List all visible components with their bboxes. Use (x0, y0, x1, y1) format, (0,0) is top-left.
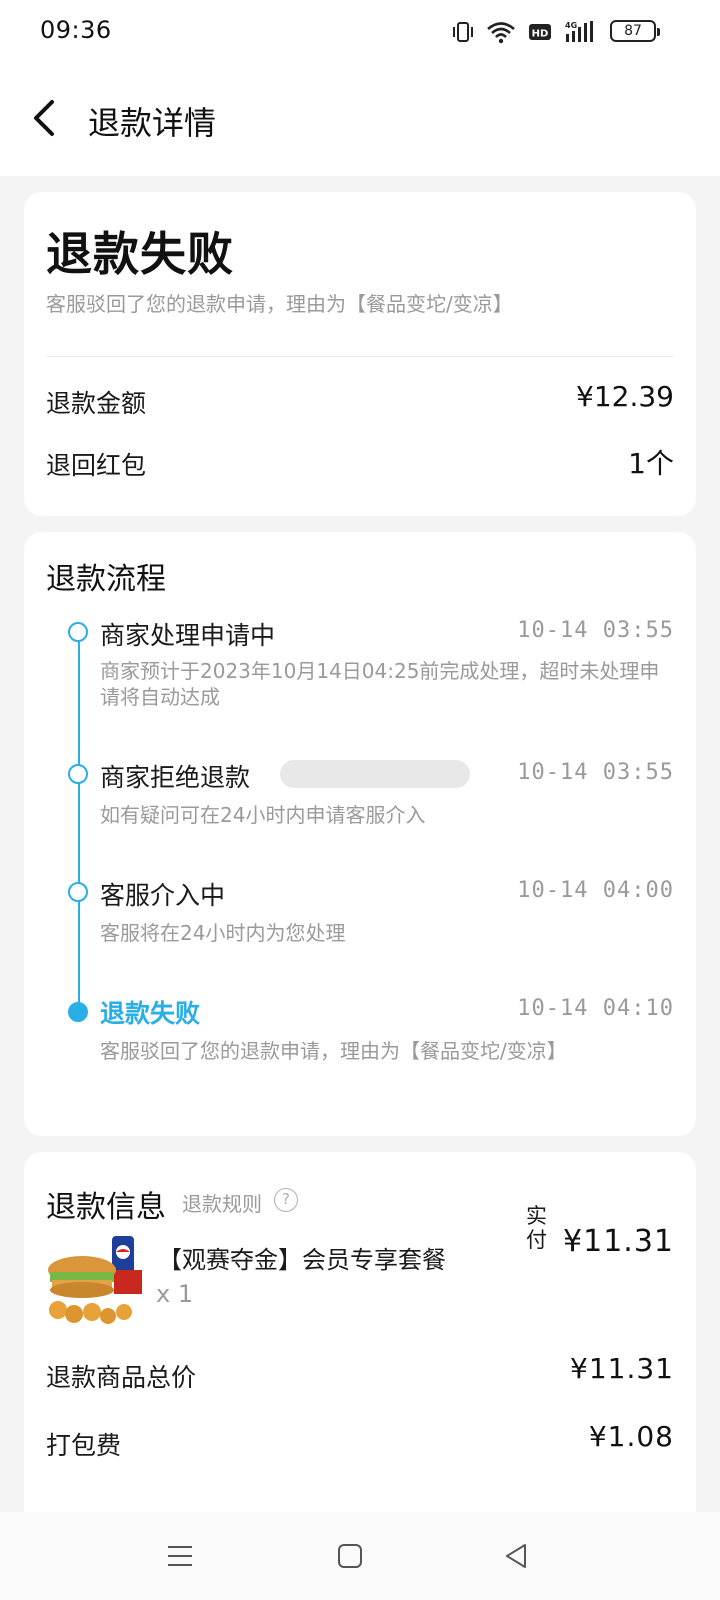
packing-fee-value: ¥1.08 (588, 1420, 674, 1453)
refund-total-value: ¥11.31 (570, 1352, 674, 1385)
refund-amount-label: 退款金额 (46, 389, 147, 418)
refund-rules-link[interactable]: 退款规则 (182, 1188, 262, 1217)
step-time: 10-14 04:00 (517, 878, 674, 903)
redpacket-value: 1个 (628, 447, 674, 480)
page-title: 退款详情 (88, 104, 217, 142)
refund-status-card: 退款失败 客服驳回了您的退款申请，理由为【餐品变坨/变凉】 退款金额 ¥12.3… (24, 192, 696, 516)
battery-icon: 87 (610, 20, 660, 42)
chevron-left-icon (34, 100, 54, 136)
status-bar: 09:36 HD 4G 87 (0, 0, 720, 64)
step-title: 客服介入中 (100, 881, 226, 910)
step-badge (280, 760, 470, 788)
paid-value: ¥11.31 (563, 1224, 674, 1259)
step-time: 10-14 03:55 (517, 760, 674, 785)
step-description: 客服将在24小时内为您处理 (100, 921, 346, 945)
back-nav-button[interactable] (500, 1540, 532, 1572)
divider (46, 356, 674, 357)
step-description: 如有疑问可在24小时内申请客服介入 (100, 803, 426, 827)
refund-info-title: 退款信息 (46, 1190, 166, 1225)
back-triangle-icon (506, 1544, 526, 1568)
home-square-icon (338, 1544, 362, 1568)
paid-label: 实付 (526, 1204, 547, 1252)
step-title: 商家处理申请中 (100, 621, 276, 650)
vibrate-icon (453, 22, 473, 42)
step-title: 商家拒绝退款 (100, 763, 251, 792)
menu-icon (168, 1546, 192, 1566)
step-title-active: 退款失败 (100, 999, 201, 1028)
timeline-dot (68, 764, 88, 784)
wifi-icon (487, 22, 515, 44)
app-header: 退款详情 (0, 64, 720, 176)
system-nav-bar (0, 1512, 720, 1600)
refund-info-card: 退款信息 退款规则 ? 【观赛夺金】会员专享套餐 x 1 实付 ¥11.31 退… (24, 1152, 696, 1512)
timeline-dot-active (68, 1002, 88, 1022)
timeline-dot (68, 622, 88, 642)
timeline-line (78, 642, 80, 1012)
refund-total-label: 退款商品总价 (46, 1363, 197, 1392)
hd-icon: HD (529, 24, 551, 40)
product-quantity: x 1 (156, 1280, 194, 1308)
timeline-dot (68, 882, 88, 902)
redpacket-label: 退回红包 (46, 451, 147, 480)
product-image (48, 1236, 142, 1324)
help-icon[interactable]: ? (274, 1188, 298, 1212)
menu-button[interactable] (164, 1540, 196, 1572)
home-button[interactable] (334, 1540, 366, 1572)
svg-text:4G: 4G (565, 21, 577, 30)
step-time: 10-14 03:55 (517, 618, 674, 643)
refund-status-title: 退款失败 (46, 227, 234, 281)
step-description: 商家预计于2023年10月14日04:25前完成处理，超时未处理申请将自动达成 (100, 659, 660, 709)
packing-fee-label: 打包费 (46, 1431, 122, 1460)
product-name: 【观赛夺金】会员专享套餐 (158, 1246, 446, 1274)
status-icons: HD 4G (452, 18, 596, 46)
4g-signal-icon: 4G (565, 21, 593, 42)
refund-process-card: 退款流程 商家处理申请中 10-14 03:55 商家预计于2023年10月14… (24, 532, 696, 1136)
step-description: 客服驳回了您的退款申请，理由为【餐品变坨/变凉】 (100, 1039, 567, 1063)
status-time: 09:36 (40, 16, 112, 44)
back-button[interactable] (28, 96, 64, 140)
refund-amount-value: ¥12.39 (576, 380, 674, 413)
process-title: 退款流程 (46, 562, 166, 597)
refund-status-description: 客服驳回了您的退款申请，理由为【餐品变坨/变凉】 (46, 292, 513, 316)
svg-text:HD: HD (532, 29, 549, 40)
step-time: 10-14 04:10 (517, 996, 674, 1021)
